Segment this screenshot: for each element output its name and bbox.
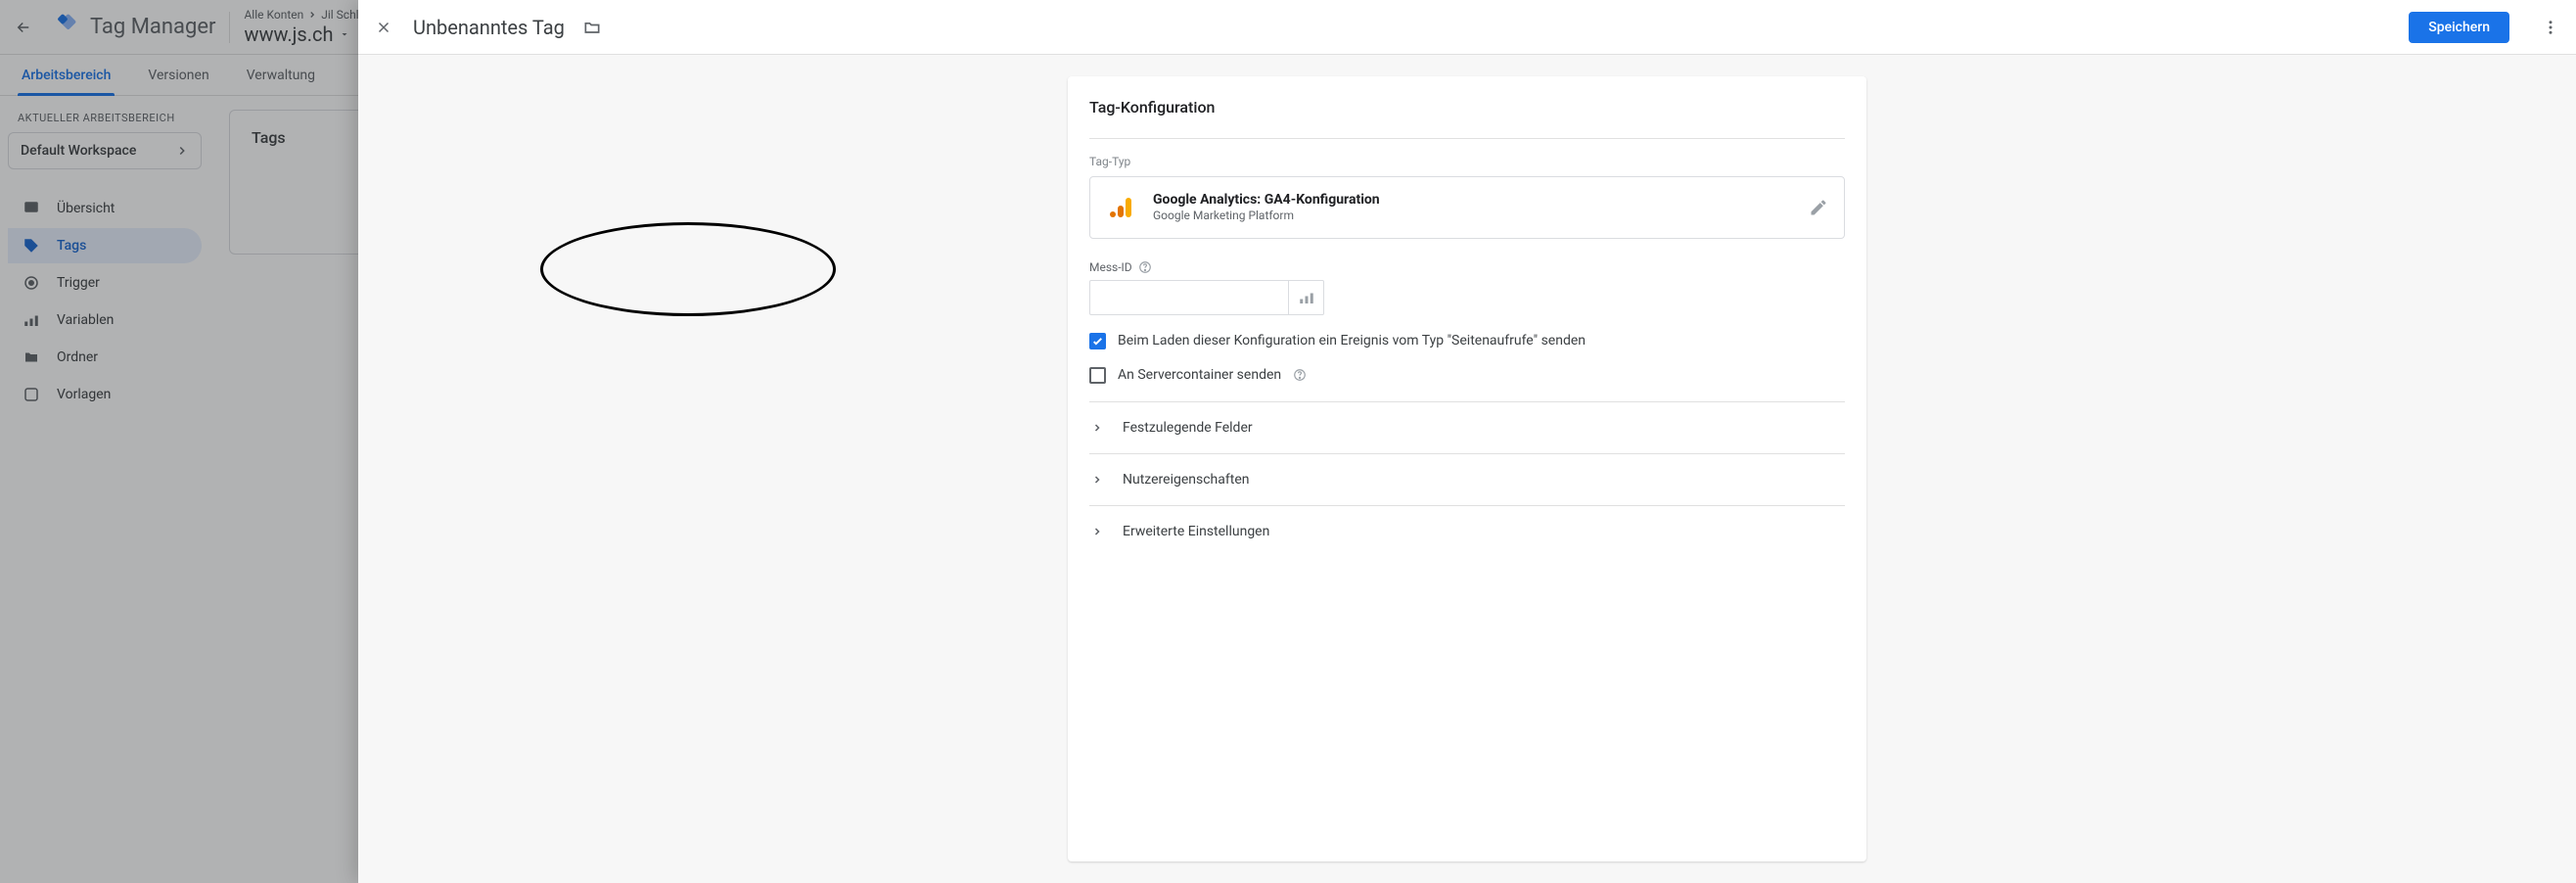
pageview-checkbox-row: Beim Laden dieser Konfiguration ein Erei… [1089,333,1845,349]
expander-fields[interactable]: Festzulegende Felder [1089,401,1845,453]
messid-label-text: Mess-ID [1089,260,1132,274]
help-icon[interactable] [1138,260,1152,274]
expander-fields-label: Festzulegende Felder [1123,420,1253,436]
messid-label: Mess-ID [1089,260,1845,274]
help-icon[interactable] [1293,368,1307,382]
expander-advanced[interactable]: Erweiterte Einstellungen [1089,505,1845,557]
folder-icon[interactable] [582,18,602,37]
pageview-checkbox[interactable] [1089,333,1106,349]
chevron-right-icon [1089,524,1105,539]
close-icon[interactable] [372,16,395,39]
chevron-right-icon [1089,420,1105,436]
checkmark-icon [1091,335,1104,348]
save-button[interactable]: Speichern [2409,12,2509,43]
tagtype-platform: Google Marketing Platform [1153,209,1793,224]
expander-userprops-label: Nutzereigenschaften [1123,472,1250,488]
drawer-header: Unbenanntes Tag Speichern [358,0,2576,55]
tag-config-panel: Tag-Konfiguration Tag-Typ Google Analyti… [1068,76,1866,861]
panel-title: Tag-Konfiguration [1089,98,1845,139]
server-checkbox[interactable] [1089,367,1106,384]
server-checkbox-row: An Servercontainer senden [1089,367,1845,384]
tag-editor-drawer: Unbenanntes Tag Speichern Tag-Konfigurat… [358,0,2576,883]
google-analytics-icon [1106,192,1137,223]
messid-input-row [1089,280,1845,315]
pencil-icon[interactable] [1809,198,1828,217]
tagtype-selector[interactable]: Google Analytics: GA4-Konfiguration Goog… [1089,176,1845,239]
tagtype-label: Tag-Typ [1089,155,1845,168]
expander-advanced-label: Erweiterte Einstellungen [1123,524,1269,539]
insert-variable-button[interactable] [1289,280,1324,315]
server-checkbox-label: An Servercontainer senden [1118,367,1281,383]
messid-input[interactable] [1089,280,1289,315]
pageview-checkbox-label: Beim Laden dieser Konfiguration ein Erei… [1118,333,1586,349]
chevron-right-icon [1089,472,1105,488]
tag-name-title[interactable]: Unbenanntes Tag [413,16,565,39]
tagtype-name: Google Analytics: GA4-Konfiguration [1153,191,1793,209]
expander-userprops[interactable]: Nutzereigenschaften [1089,453,1845,505]
drawer-body: Tag-Konfiguration Tag-Typ Google Analyti… [358,55,2576,883]
more-menu-icon[interactable] [2539,16,2562,39]
